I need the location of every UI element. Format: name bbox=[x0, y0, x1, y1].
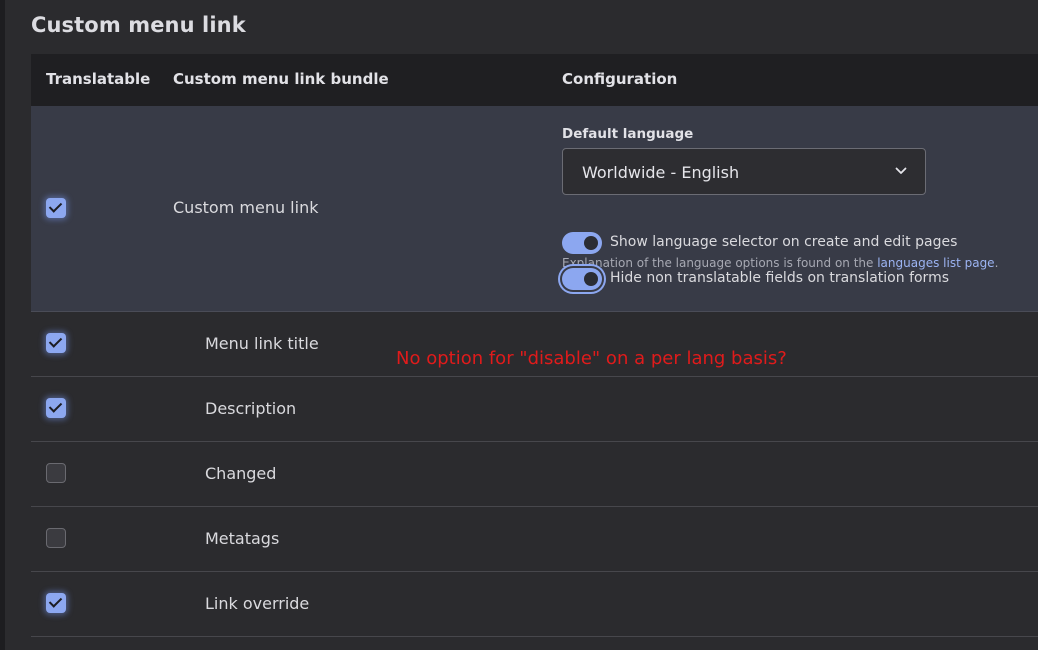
header-configuration: Configuration bbox=[562, 70, 678, 88]
languages-list-link[interactable]: languages list page bbox=[877, 256, 994, 270]
field-checkbox-menu-link-title[interactable] bbox=[46, 333, 66, 353]
bundle-row: Custom menu link Default language Worldw… bbox=[31, 106, 1038, 312]
toggle-switch[interactable] bbox=[562, 268, 602, 290]
chevron-down-icon bbox=[895, 167, 907, 174]
language-help-text: Explanation of the language options is f… bbox=[562, 256, 999, 270]
field-checkbox-changed[interactable] bbox=[46, 463, 66, 483]
field-label: Changed bbox=[205, 464, 277, 483]
left-rail bbox=[0, 0, 5, 650]
table-row: Link override bbox=[31, 572, 1038, 637]
field-label: Link override bbox=[205, 594, 310, 613]
toggle-knob bbox=[584, 272, 598, 286]
annotation-note: No option for "disable" on a per lang ba… bbox=[396, 348, 787, 369]
table-row: Changed bbox=[31, 442, 1038, 507]
page-title: Custom menu link bbox=[31, 13, 246, 37]
field-label: Metatags bbox=[205, 529, 280, 548]
field-label: Menu link title bbox=[205, 334, 319, 353]
bundle-label: Custom menu link bbox=[173, 198, 319, 217]
header-translatable: Translatable bbox=[46, 70, 151, 88]
table-header: Translatable Custom menu link bundle Con… bbox=[31, 54, 1038, 106]
table-row: Metatags bbox=[31, 507, 1038, 572]
toggle-label: Show language selector on create and edi… bbox=[610, 234, 958, 250]
default-language-select[interactable]: Worldwide - English bbox=[562, 148, 926, 195]
table-row: Description bbox=[31, 377, 1038, 442]
field-checkbox-link-override[interactable] bbox=[46, 593, 66, 613]
field-checkbox-metatags[interactable] bbox=[46, 528, 66, 548]
header-bundle: Custom menu link bundle bbox=[173, 70, 389, 88]
field-label: Description bbox=[205, 399, 297, 418]
toggle-label: Hide non translatable fields on translat… bbox=[610, 270, 950, 286]
default-language-label: Default language bbox=[562, 126, 694, 142]
bundle-translatable-checkbox[interactable] bbox=[46, 198, 66, 218]
toggle-switch[interactable] bbox=[562, 232, 602, 254]
field-checkbox-description[interactable] bbox=[46, 398, 66, 418]
default-language-value: Worldwide - English bbox=[582, 163, 740, 182]
toggle-knob bbox=[584, 236, 598, 250]
content-translation-table: Translatable Custom menu link bundle Con… bbox=[31, 54, 1038, 637]
